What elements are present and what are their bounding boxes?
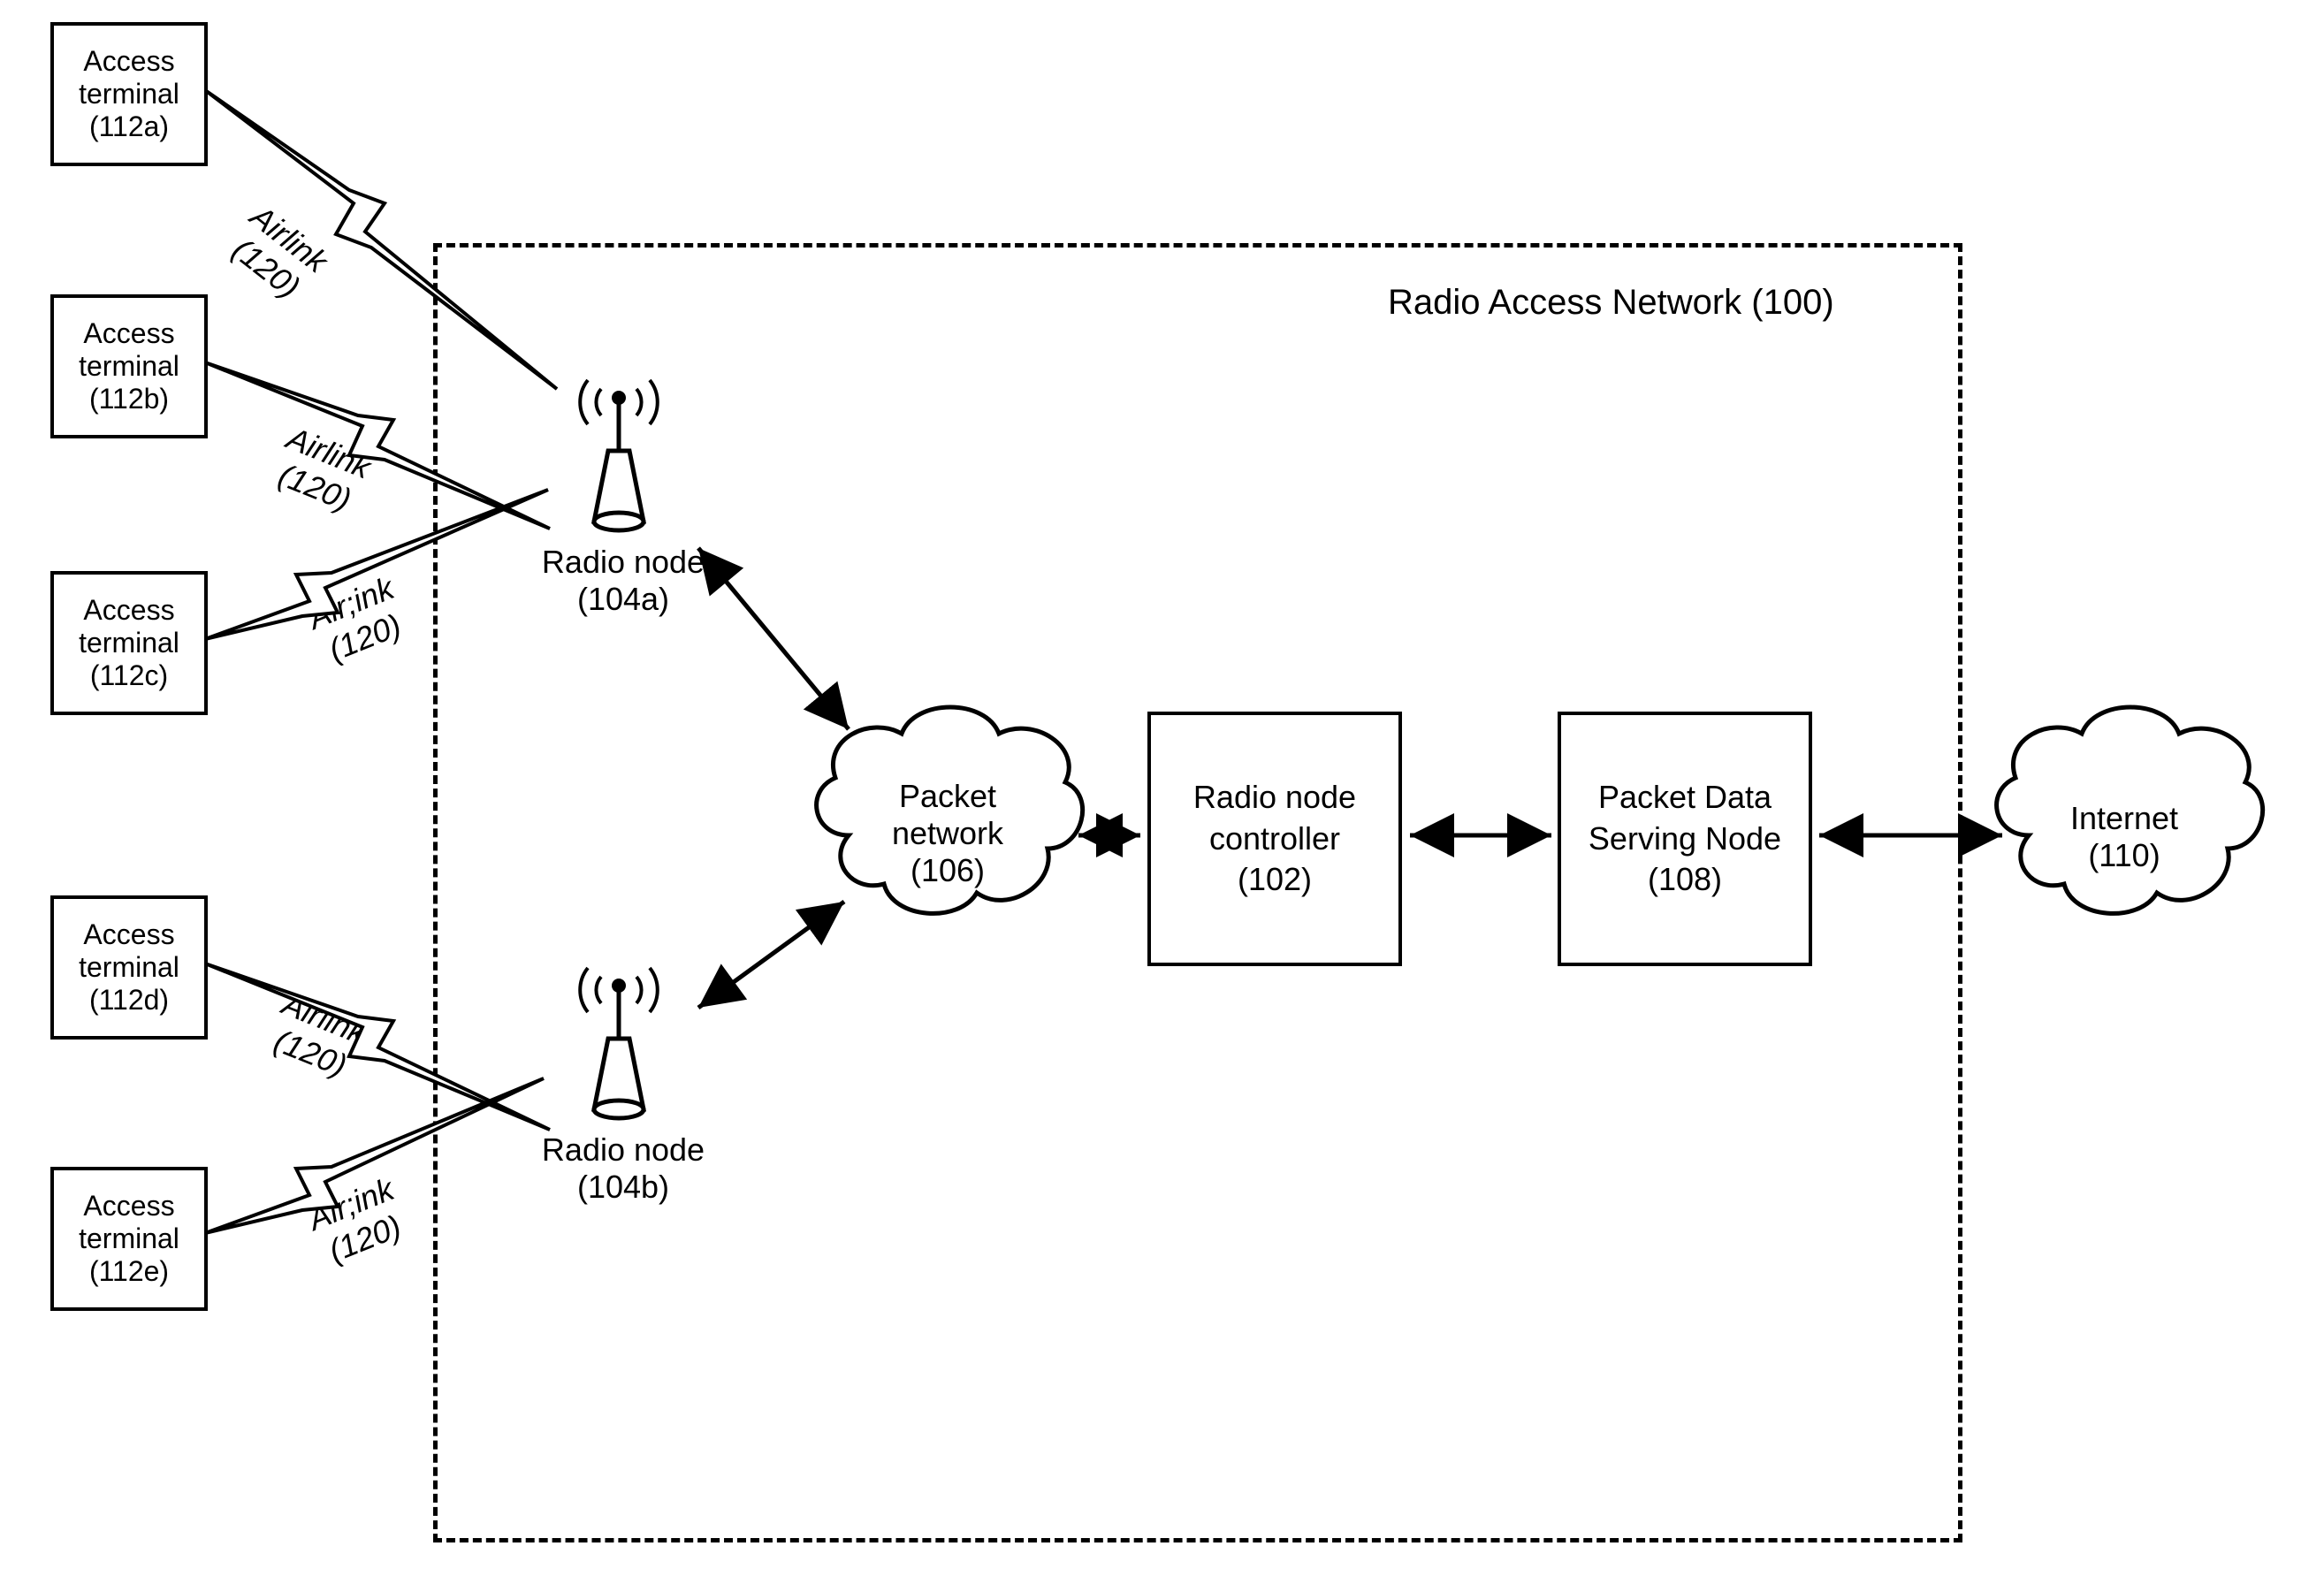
terminal-name: Access terminal [54,317,204,383]
ran-title: Radio Access Network (100) [1388,283,1834,323]
terminal-id: (112c) [90,659,168,692]
radio-node-label-a: Radio node (104a) [522,544,725,618]
internet-label: Internet (110) [2049,800,2199,874]
terminal-name: Access terminal [54,918,204,984]
airlink-label-c: Air;ink (120) [303,569,413,671]
access-terminal-d: Access terminal (112d) [50,895,208,1040]
terminal-id: (112b) [89,383,169,415]
terminal-id: (112a) [89,110,169,143]
terminal-name: Access terminal [54,45,204,110]
access-terminal-e: Access terminal (112e) [50,1167,208,1311]
access-terminal-c: Access terminal (112c) [50,571,208,715]
packet-network-label: Packet network (106) [868,778,1027,889]
airlink-label-b: Airlink (120) [268,420,376,522]
access-terminal-b: Access terminal (112b) [50,294,208,438]
pdsn-box: Packet Data Serving Node (108) [1558,712,1812,966]
radio-node-label-b: Radio node (104b) [522,1131,725,1206]
airlink-label-e: Air;ink (120) [303,1170,413,1272]
terminal-name: Access terminal [54,1190,204,1255]
airlink-label-d: Airlink (120) [263,986,371,1087]
rnc-box: Radio node controller (102) [1147,712,1402,966]
airlink-label-a: Airlink (120) [221,198,335,310]
access-terminal-a: Access terminal (112a) [50,22,208,166]
terminal-id: (112d) [89,984,169,1017]
terminal-name: Access terminal [54,594,204,659]
terminal-id: (112e) [89,1255,169,1288]
